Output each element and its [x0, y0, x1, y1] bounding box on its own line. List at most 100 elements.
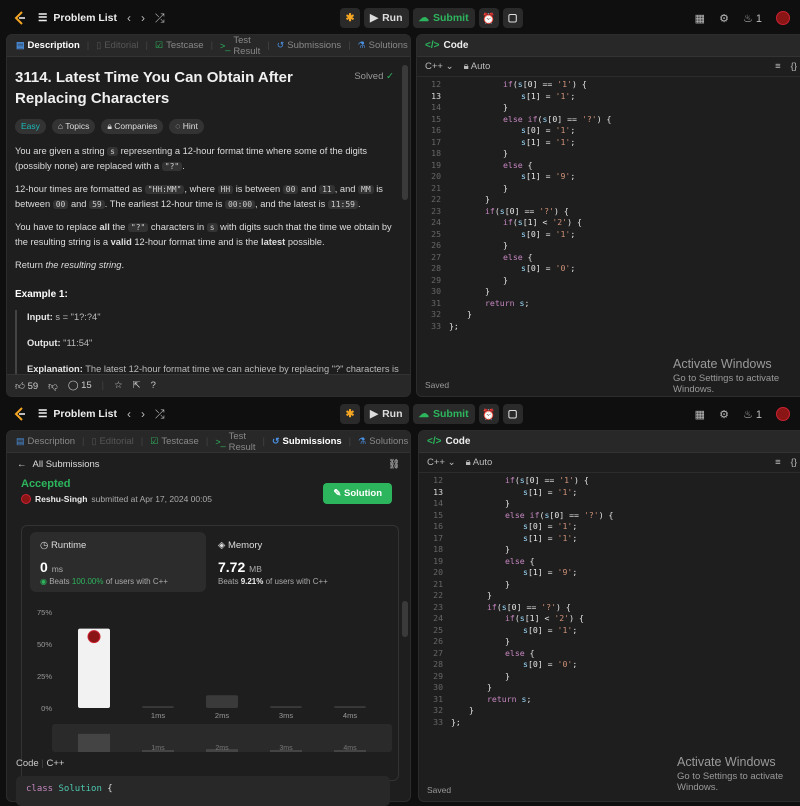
tab-description[interactable]: ▤ Description	[13, 40, 83, 51]
page-title[interactable]: 3114. Latest Time You Can Obtain After Re…	[15, 67, 335, 109]
shuffle-icon[interactable]: ⤮	[155, 11, 165, 26]
auto-toggle[interactable]: 🔒︎ Auto	[464, 61, 491, 72]
tab-solutions[interactable]: ⚗ Solutions	[355, 436, 410, 447]
all-submissions-link[interactable]: All Submissions	[33, 459, 100, 470]
language-select[interactable]: C++ ⌄	[427, 457, 456, 468]
code-line[interactable]: 26}	[419, 636, 800, 648]
code-line[interactable]: 19 else {	[419, 556, 800, 568]
code-line[interactable]: 26}	[417, 240, 800, 252]
tab-editorial[interactable]: ▯ Editorial	[93, 40, 141, 51]
dislike-icon[interactable]: 👎︎	[48, 380, 58, 392]
code-line[interactable]: 17 s[1] = '1';	[417, 137, 800, 149]
code-line[interactable]: 25 s[0] = '1';	[417, 229, 800, 241]
code-line[interactable]: 29}	[417, 275, 800, 287]
next-problem-icon[interactable]: ›	[141, 11, 145, 25]
code-line[interactable]: 31 return s;	[419, 694, 800, 706]
prev-problem-icon[interactable]: ‹	[127, 11, 131, 25]
layout-icon[interactable]: ▦	[695, 408, 705, 421]
avatar[interactable]	[776, 11, 790, 25]
code-line[interactable]: 18}	[419, 544, 800, 556]
tab-testcase[interactable]: ☑ Testcase	[147, 436, 202, 447]
auto-toggle[interactable]: 🔒︎ Auto	[466, 457, 493, 468]
code-line[interactable]: 29}	[419, 671, 800, 683]
format-icon[interactable]: ≡	[775, 61, 781, 72]
star-icon[interactable]: ☆	[114, 380, 123, 391]
code-line[interactable]: 24 if(s[1] < '2') {	[417, 217, 800, 229]
code-line[interactable]: 22}	[419, 590, 800, 602]
submit-button[interactable]: ☁ Submit	[412, 8, 475, 28]
chart-bar[interactable]	[270, 706, 302, 708]
streak-counter[interactable]: ♨ 1	[743, 12, 762, 25]
next-problem-icon[interactable]: ›	[141, 407, 145, 421]
code-editor[interactable]: 12 if(s[0] == '1') {13 s[1] = '1'; 14} 15 els…	[419, 473, 800, 728]
code-line[interactable]: 21}	[417, 183, 800, 195]
tab-description[interactable]: ▤ Description	[13, 436, 78, 447]
code-line[interactable]: 27 else {	[417, 252, 800, 264]
code-line[interactable]: 30}	[417, 286, 800, 298]
tab-submissions[interactable]: ↺ Submissions	[269, 436, 345, 447]
solution-button[interactable]: ✎ Solution	[323, 483, 392, 504]
code-line[interactable]: 23 if(s[0] == '?') {	[417, 206, 800, 218]
timer-button[interactable]: ⏰	[478, 404, 499, 424]
debug-button[interactable]: ✱	[340, 8, 360, 28]
code-line[interactable]: 27 else {	[419, 648, 800, 660]
run-button[interactable]: ▶ Run	[364, 404, 409, 424]
notes-button[interactable]: ▢	[502, 404, 523, 424]
code-line[interactable]: 31 return s;	[417, 298, 800, 310]
runtime-card[interactable]: ◷ Runtime 0 ms ◉ Beats 100.00% of users …	[30, 532, 206, 592]
code-line[interactable]: 16 s[0] = '1';	[417, 125, 800, 137]
code-line[interactable]: 21}	[419, 579, 800, 591]
difficulty-chip[interactable]: Easy	[15, 119, 46, 134]
code-line[interactable]: 14}	[419, 498, 800, 510]
tab-solutions[interactable]: ⚗ Solutions	[355, 40, 410, 51]
code-line[interactable]: 33};	[419, 717, 800, 729]
code-line[interactable]: 18}	[417, 148, 800, 160]
code-line[interactable]: 12 if(s[0] == '1') {	[419, 475, 800, 487]
language-select[interactable]: C++ ⌄	[425, 61, 454, 72]
code-line[interactable]: 20 s[1] = '9';	[419, 567, 800, 579]
problem-list-button[interactable]: ☰ Problem List	[38, 12, 117, 24]
run-button[interactable]: ▶ Run	[364, 8, 409, 28]
debug-button[interactable]: ✱	[340, 404, 360, 424]
submit-button[interactable]: ☁ Submit	[412, 404, 475, 424]
share-icon[interactable]: ⇱	[133, 380, 141, 391]
description-scrollbar[interactable]	[402, 65, 408, 200]
code-line[interactable]: 15 else if(s[0] == '?') {	[419, 510, 800, 522]
notes-button[interactable]: ▢	[502, 8, 523, 28]
code-line[interactable]: 14}	[417, 102, 800, 114]
code-line[interactable]: 12 if(s[0] == '1') {	[417, 79, 800, 91]
code-line[interactable]: 13 s[1] = '1';	[419, 487, 800, 499]
timer-button[interactable]: ⏰	[478, 8, 499, 28]
chart-bar[interactable]	[142, 706, 174, 708]
submitted-code[interactable]: class Solution {	[16, 776, 390, 806]
code-line[interactable]: 25 s[0] = '1';	[419, 625, 800, 637]
code-line[interactable]: 33};	[417, 321, 800, 333]
code-line[interactable]: 28 s[0] = '0';	[417, 263, 800, 275]
memory-card[interactable]: ◈ Memory 7.72 MB Beats 9.21% of users wi…	[218, 532, 394, 592]
code-line[interactable]: 15 else if(s[0] == '?') {	[417, 114, 800, 126]
code-line[interactable]: 30}	[419, 682, 800, 694]
problem-list-button[interactable]: ☰ Problem List	[38, 408, 117, 420]
shuffle-icon[interactable]: ⤮	[155, 407, 165, 422]
code-line[interactable]: 20 s[1] = '9';	[417, 171, 800, 183]
tab-test-result[interactable]: >_ Test Result	[217, 35, 263, 57]
tab-testcase[interactable]: ☑ Testcase	[152, 40, 207, 51]
tab-editorial[interactable]: ▯ Editorial	[89, 436, 137, 447]
tab-submissions[interactable]: ↺ Submissions	[274, 40, 344, 51]
code-editor[interactable]: 12 if(s[0] == '1') {13 s[1] = '1'; 14} 15 els…	[417, 77, 800, 332]
code-line[interactable]: 13 s[1] = '1';	[417, 91, 800, 103]
companies-chip[interactable]: 🔒︎ Companies	[101, 119, 164, 134]
gear-icon[interactable]: ⚙	[719, 12, 729, 25]
code-line[interactable]: 22}	[417, 194, 800, 206]
code-line[interactable]: 32}	[419, 705, 800, 717]
runtime-distribution-chart[interactable]: 75% 50% 25% 0% 1ms 2ms 3ms 4ms 1ms 2ms 3ms 4ms	[22, 596, 398, 782]
comments-button[interactable]: ◯ 15	[68, 380, 92, 391]
format-icon[interactable]: ≡	[775, 457, 781, 468]
braces-icon[interactable]: {}	[791, 457, 797, 468]
code-line[interactable]: 24 if(s[1] < '2') {	[419, 613, 800, 625]
code-line[interactable]: 17 s[1] = '1';	[419, 533, 800, 545]
gear-icon[interactable]: ⚙	[719, 408, 729, 421]
code-line[interactable]: 32}	[417, 309, 800, 321]
like-button[interactable]: 👍︎ 59	[15, 380, 38, 392]
submission-scrollbar[interactable]	[402, 601, 408, 637]
